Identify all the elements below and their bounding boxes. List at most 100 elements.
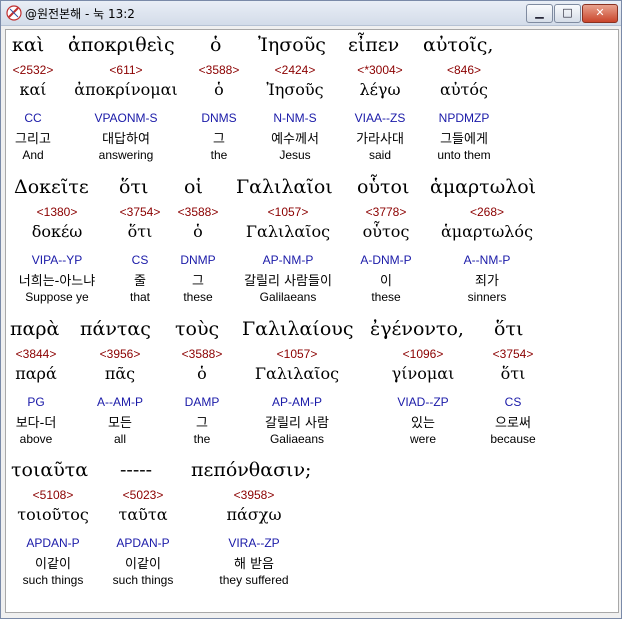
lexical-form: Γαλιλαῖος	[245, 222, 331, 241]
greek-word[interactable]: οἱ	[184, 176, 203, 198]
greek-word[interactable]: οὗτοι	[357, 176, 409, 198]
greek-word[interactable]: ὅτι	[119, 176, 148, 198]
lexical-form: πάσχω	[226, 505, 282, 524]
greek-word[interactable]: εἶπεν	[348, 34, 399, 56]
english-gloss: Jesus	[279, 148, 311, 162]
greek-word[interactable]: ἀποκριθεὶς	[68, 34, 175, 56]
korean-gloss: 그리고	[15, 132, 51, 147]
lexical-form: ὁ	[193, 222, 203, 241]
korean-gloss: 모든	[108, 416, 132, 431]
korean-gloss: 으로써	[495, 416, 531, 431]
morph-code[interactable]: VIAD--ZP	[397, 395, 448, 409]
strongs-number[interactable]: <3958>	[234, 488, 275, 502]
greek-word[interactable]: τοιαῦτα	[11, 459, 88, 481]
strongs-number[interactable]: <3588>	[199, 63, 240, 77]
strongs-number[interactable]: <3844>	[16, 347, 57, 361]
morph-code[interactable]: DAMP	[185, 395, 220, 409]
morph-code[interactable]: VIRA--ZP	[228, 536, 279, 550]
english-gloss: above	[19, 432, 53, 446]
morph-code[interactable]: VIAA--ZS	[355, 111, 406, 125]
morph-code[interactable]: AP-NM-P	[263, 253, 314, 267]
morph-code[interactable]: CS	[505, 395, 522, 409]
strongs-number[interactable]: <2424>	[275, 63, 316, 77]
morph-code[interactable]: CC	[24, 111, 41, 125]
korean-gloss: 그들에게	[440, 132, 488, 147]
korean-gloss: 이같이	[35, 557, 71, 572]
minimize-button[interactable]: ▁	[526, 4, 553, 23]
morph-code[interactable]: N-NM-S	[273, 111, 316, 125]
morph-code[interactable]: DNMP	[180, 253, 215, 267]
english-gloss: these	[371, 290, 401, 304]
greek-word[interactable]: Γαλιλαίους	[242, 318, 353, 340]
strongs-number[interactable]: <1096>	[403, 347, 444, 361]
greek-word[interactable]: ἐγένοντο,	[370, 318, 464, 340]
greek-word[interactable]: Γαλιλαῖοι	[236, 176, 333, 198]
strongs-number[interactable]: <1380>	[37, 205, 78, 219]
lexical-form: οὗτος	[362, 222, 410, 241]
window-title: @원전본해 - 눅 13:2	[25, 7, 135, 21]
lexical-form: λέγω	[359, 80, 401, 99]
greek-word[interactable]: Δοκεῖτε	[14, 176, 89, 198]
greek-word[interactable]: καὶ	[12, 34, 44, 56]
bible-app-icon	[6, 5, 22, 21]
strongs-number[interactable]: <3956>	[100, 347, 141, 361]
greek-word[interactable]: Ἰησοῦς	[258, 34, 326, 56]
strongs-number[interactable]: <3754>	[493, 347, 534, 361]
morph-code[interactable]: NPDMZP	[439, 111, 490, 125]
minimize-icon: ▁	[535, 6, 544, 19]
morph-code[interactable]: A-DNM-P	[360, 253, 411, 267]
greek-word[interactable]: ὅτι	[494, 318, 523, 340]
morph-code[interactable]: DNMS	[201, 111, 236, 125]
greek-word[interactable]: πεπόνθασιν;	[191, 459, 311, 481]
korean-gloss: 보다-더	[15, 416, 57, 431]
strongs-number[interactable]: <5023>	[123, 488, 164, 502]
greek-word[interactable]: τοὺς	[175, 318, 219, 340]
english-gloss: Galiaeans	[269, 432, 325, 446]
morph-code[interactable]: AP-AM-P	[272, 395, 322, 409]
morph-code[interactable]: PG	[27, 395, 44, 409]
close-button[interactable]: ✕	[582, 4, 618, 23]
korean-gloss: 해 받음	[233, 557, 275, 572]
strongs-number[interactable]: <1057>	[268, 205, 309, 219]
morph-code[interactable]: CS	[132, 253, 149, 267]
english-gloss: Suppose ye	[25, 290, 89, 304]
english-gloss: said	[368, 148, 392, 162]
lexical-form: τοιοῦτος	[17, 505, 89, 524]
greek-word[interactable]: ὁ	[210, 34, 221, 56]
lexical-form: ὅτι	[500, 364, 526, 383]
greek-word[interactable]: πάντας	[80, 318, 151, 340]
strongs-number[interactable]: <5108>	[33, 488, 74, 502]
english-gloss: And	[22, 148, 44, 162]
morph-code[interactable]: VIPA--YP	[32, 253, 82, 267]
greek-word[interactable]: παρὰ	[10, 318, 59, 340]
strongs-number[interactable]: <846>	[447, 63, 481, 77]
strongs-number[interactable]: <2532>	[13, 63, 54, 77]
morph-code[interactable]: APDAN-P	[26, 536, 79, 550]
korean-gloss: 갈릴리 사람	[265, 416, 329, 431]
korean-gloss: 죄가	[475, 274, 499, 289]
strongs-number[interactable]: <268>	[470, 205, 504, 219]
korean-gloss: 있는	[411, 416, 435, 431]
maximize-button[interactable]: □	[554, 4, 581, 23]
strongs-number[interactable]: <*3004>	[357, 63, 402, 77]
korean-gloss: 가라사대	[356, 132, 404, 147]
interlinear-text-area[interactable]: καὶ ἀποκριθεὶς ὁ Ἰησοῦς εἶπεν αὐτοῖς, <2…	[5, 29, 619, 613]
english-gloss: that	[129, 290, 151, 304]
morph-code[interactable]: A--NM-P	[464, 253, 511, 267]
morph-code[interactable]: A--AM-P	[97, 395, 143, 409]
strongs-number[interactable]: <1057>	[277, 347, 318, 361]
morph-code[interactable]: APDAN-P	[116, 536, 169, 550]
morph-code[interactable]: VPAONM-S	[94, 111, 157, 125]
greek-word[interactable]: ἁμαρτωλοὶ	[430, 176, 536, 198]
strongs-number[interactable]: <611>	[109, 63, 142, 77]
close-icon: ✕	[595, 6, 605, 19]
strongs-number[interactable]: <3778>	[366, 205, 407, 219]
strongs-number[interactable]: <3754>	[120, 205, 161, 219]
strongs-number[interactable]: <3588>	[182, 347, 223, 361]
lexical-form: αὐτός	[440, 80, 488, 99]
strongs-number[interactable]: <3588>	[178, 205, 219, 219]
lexical-form: παρά	[15, 364, 57, 383]
title-bar[interactable]: @원전본해 - 눅 13:2 ▁ □ ✕	[1, 1, 621, 26]
greek-word[interactable]: αὐτοῖς,	[423, 34, 493, 56]
greek-word[interactable]: -----	[120, 459, 152, 481]
